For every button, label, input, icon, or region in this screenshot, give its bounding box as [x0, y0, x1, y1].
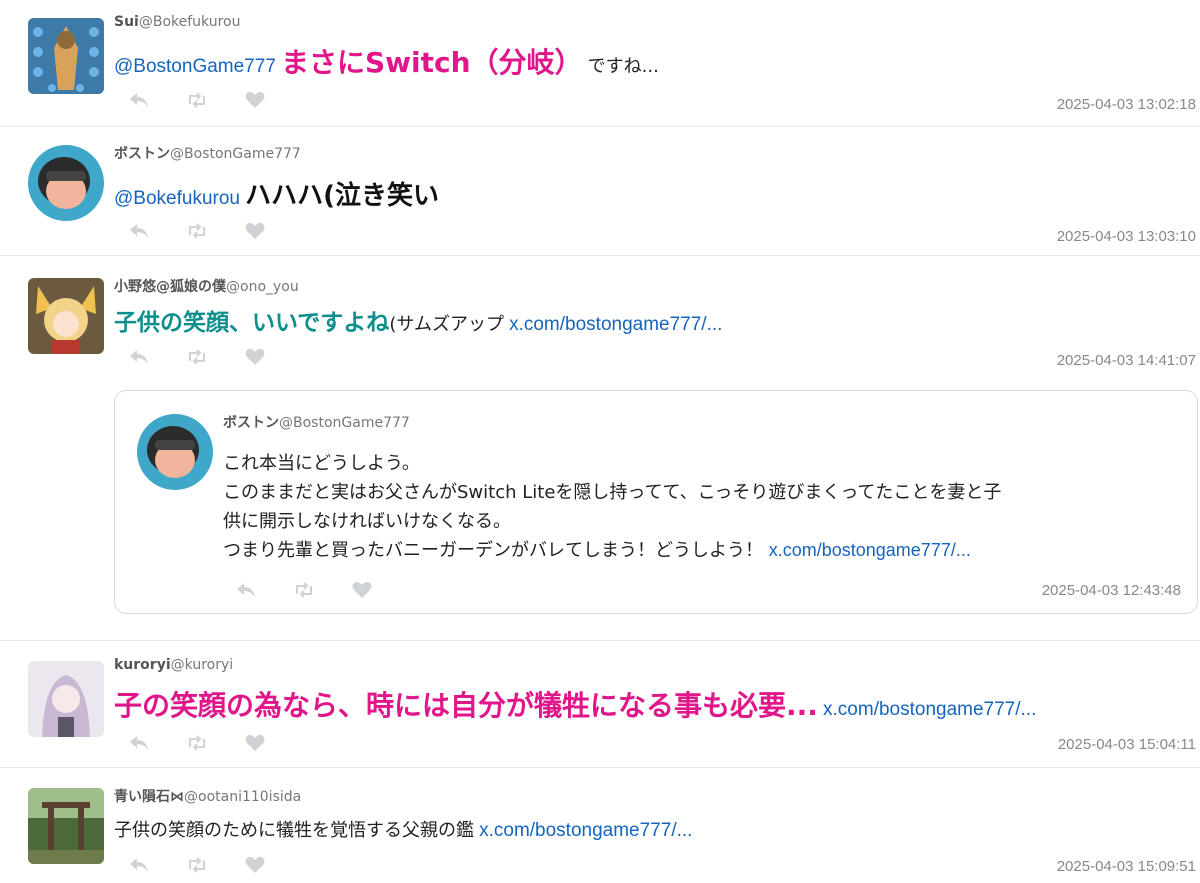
retweet-icon[interactable]	[186, 856, 208, 874]
like-icon[interactable]	[351, 581, 373, 599]
author-line: 青い隕石⋈@ootani110isida	[114, 786, 301, 806]
tweet-actions	[128, 734, 266, 752]
display-name[interactable]: 小野悠@狐娘の僕	[114, 279, 226, 295]
tweet-actions	[235, 581, 373, 599]
tweet-item: kuroryi@kuroryi 子の笑顔の為なら、時には自分が犠牲になる事も必要…	[0, 641, 1200, 768]
quoted-line: これ本当にどうしよう。	[223, 453, 420, 474]
tweet-item: 青い隕石⋈@ootani110isida 子供の笑顔のために犠牲を覚悟する父親の…	[0, 768, 1200, 883]
body-text: 子供の笑顔のために犠牲を覚悟する父親の鑑	[114, 820, 474, 841]
tweet-actions	[128, 222, 266, 240]
tweet-item: Sui@Bokefukurou @BostonGame777 まさにSwitch…	[0, 0, 1200, 127]
retweet-icon[interactable]	[186, 348, 208, 366]
user-handle[interactable]: @ono_you	[226, 279, 299, 295]
reply-icon[interactable]	[128, 856, 150, 874]
tweet-link[interactable]: x.com/bostongame777/...	[479, 820, 692, 841]
avatar[interactable]	[28, 278, 104, 354]
tweet-text: 子供の笑顔のために犠牲を覚悟する父親の鑑 x.com/bostongame777…	[114, 820, 692, 843]
timestamp[interactable]: 2025-04-03 12:43:48	[1042, 582, 1181, 599]
quoted-line-with-link: つまり先輩と買ったバニーガーデンがバレてしまう！どうしよう！ x.com/bos…	[223, 536, 1001, 565]
user-handle[interactable]: @ootani110isida	[184, 789, 301, 805]
tweet-actions	[128, 856, 266, 874]
author-line: kuroryi@kuroryi	[114, 657, 233, 673]
avatar[interactable]	[137, 414, 213, 490]
tweet-text: 子の笑顔の為なら、時には自分が犠牲になる事も必要... x.com/boston…	[114, 689, 1036, 723]
mention-link[interactable]: @Bokefukurou	[114, 188, 240, 209]
body-text: ですね...	[587, 56, 659, 77]
retweet-icon[interactable]	[293, 581, 315, 599]
user-handle[interactable]: @Bokefukurou	[139, 14, 241, 30]
like-icon[interactable]	[244, 856, 266, 874]
reply-icon[interactable]	[128, 348, 150, 366]
tweet-text: 子供の笑顔、いいですよね(サムズアップ x.com/bostongame777/…	[114, 310, 722, 338]
tweet-item: ボストン@BostonGame777 @Bokefukurou ハハハ(泣き笑い…	[0, 127, 1200, 256]
retweet-icon[interactable]	[186, 734, 208, 752]
user-handle[interactable]: @BostonGame777	[279, 415, 410, 431]
like-icon[interactable]	[244, 734, 266, 752]
display-name[interactable]: ボストン	[114, 146, 170, 162]
like-icon[interactable]	[244, 222, 266, 240]
reply-icon[interactable]	[128, 734, 150, 752]
timestamp[interactable]: 2025-04-03 13:02:18	[1057, 96, 1196, 113]
avatar[interactable]	[28, 661, 104, 737]
user-handle[interactable]: @BostonGame777	[170, 146, 301, 162]
author-line: ボストン@BostonGame777	[114, 143, 301, 163]
body-text: (サムズアップ	[389, 314, 504, 335]
emphasized-text: 子の笑顔の為なら、時には自分が犠牲になる事も必要...	[114, 689, 818, 722]
reply-icon[interactable]	[235, 581, 257, 599]
tweet-actions	[128, 91, 266, 109]
timestamp[interactable]: 2025-04-03 13:03:10	[1057, 228, 1196, 245]
tweet-link[interactable]: x.com/bostongame777/...	[509, 314, 722, 335]
reply-icon[interactable]	[128, 222, 150, 240]
quoted-tweet[interactable]: ボストン@BostonGame777 これ本当にどうしよう。 このままだと実はお…	[114, 390, 1198, 614]
emphasized-text: ハハハ(泣き笑い	[245, 181, 439, 211]
like-icon[interactable]	[244, 91, 266, 109]
quoted-line: つまり先輩と買ったバニーガーデンがバレてしまう！どうしよう！	[223, 540, 763, 561]
quoted-line: このままだと実はお父さんがSwitch Liteを隠し持ってて、こっそり遊びまく…	[223, 482, 1002, 503]
author-line: ボストン@BostonGame777	[223, 412, 410, 432]
tweet-actions	[128, 348, 266, 366]
emphasized-text: 子供の笑顔、いいですよね	[114, 310, 390, 336]
like-icon[interactable]	[244, 348, 266, 366]
author-line: 小野悠@狐娘の僕@ono_you	[114, 276, 299, 296]
emphasized-text: まさにSwitch（分岐）	[280, 46, 583, 79]
timestamp[interactable]: 2025-04-03 15:04:11	[1058, 736, 1196, 753]
mention-link[interactable]: @BostonGame777	[114, 56, 276, 77]
display-name[interactable]: kuroryi	[114, 657, 171, 673]
display-name[interactable]: 青い隕石⋈	[114, 789, 184, 805]
timestamp[interactable]: 2025-04-03 14:41:07	[1057, 352, 1196, 369]
timestamp[interactable]: 2025-04-03 15:09:51	[1057, 858, 1196, 875]
tweet-text: @BostonGame777 まさにSwitch（分岐） ですね...	[114, 46, 659, 80]
avatar[interactable]	[28, 788, 104, 864]
tweet-link[interactable]: x.com/bostongame777/...	[823, 699, 1036, 720]
tweet-link[interactable]: x.com/bostongame777/...	[769, 540, 971, 560]
author-line: Sui@Bokefukurou	[114, 14, 241, 30]
reply-icon[interactable]	[128, 91, 150, 109]
user-handle[interactable]: @kuroryi	[171, 657, 234, 673]
tweet-text: @Bokefukurou ハハハ(泣き笑い	[114, 181, 439, 212]
quoted-line: 供に開示しなければいけなくなる。	[223, 511, 511, 532]
avatar[interactable]	[28, 18, 104, 94]
avatar[interactable]	[28, 145, 104, 221]
display-name[interactable]: ボストン	[223, 415, 279, 431]
quoted-text: これ本当にどうしよう。 このままだと実はお父さんがSwitch Liteを隠し持…	[223, 449, 1001, 565]
retweet-icon[interactable]	[186, 222, 208, 240]
retweet-icon[interactable]	[186, 91, 208, 109]
display-name[interactable]: Sui	[114, 14, 139, 30]
